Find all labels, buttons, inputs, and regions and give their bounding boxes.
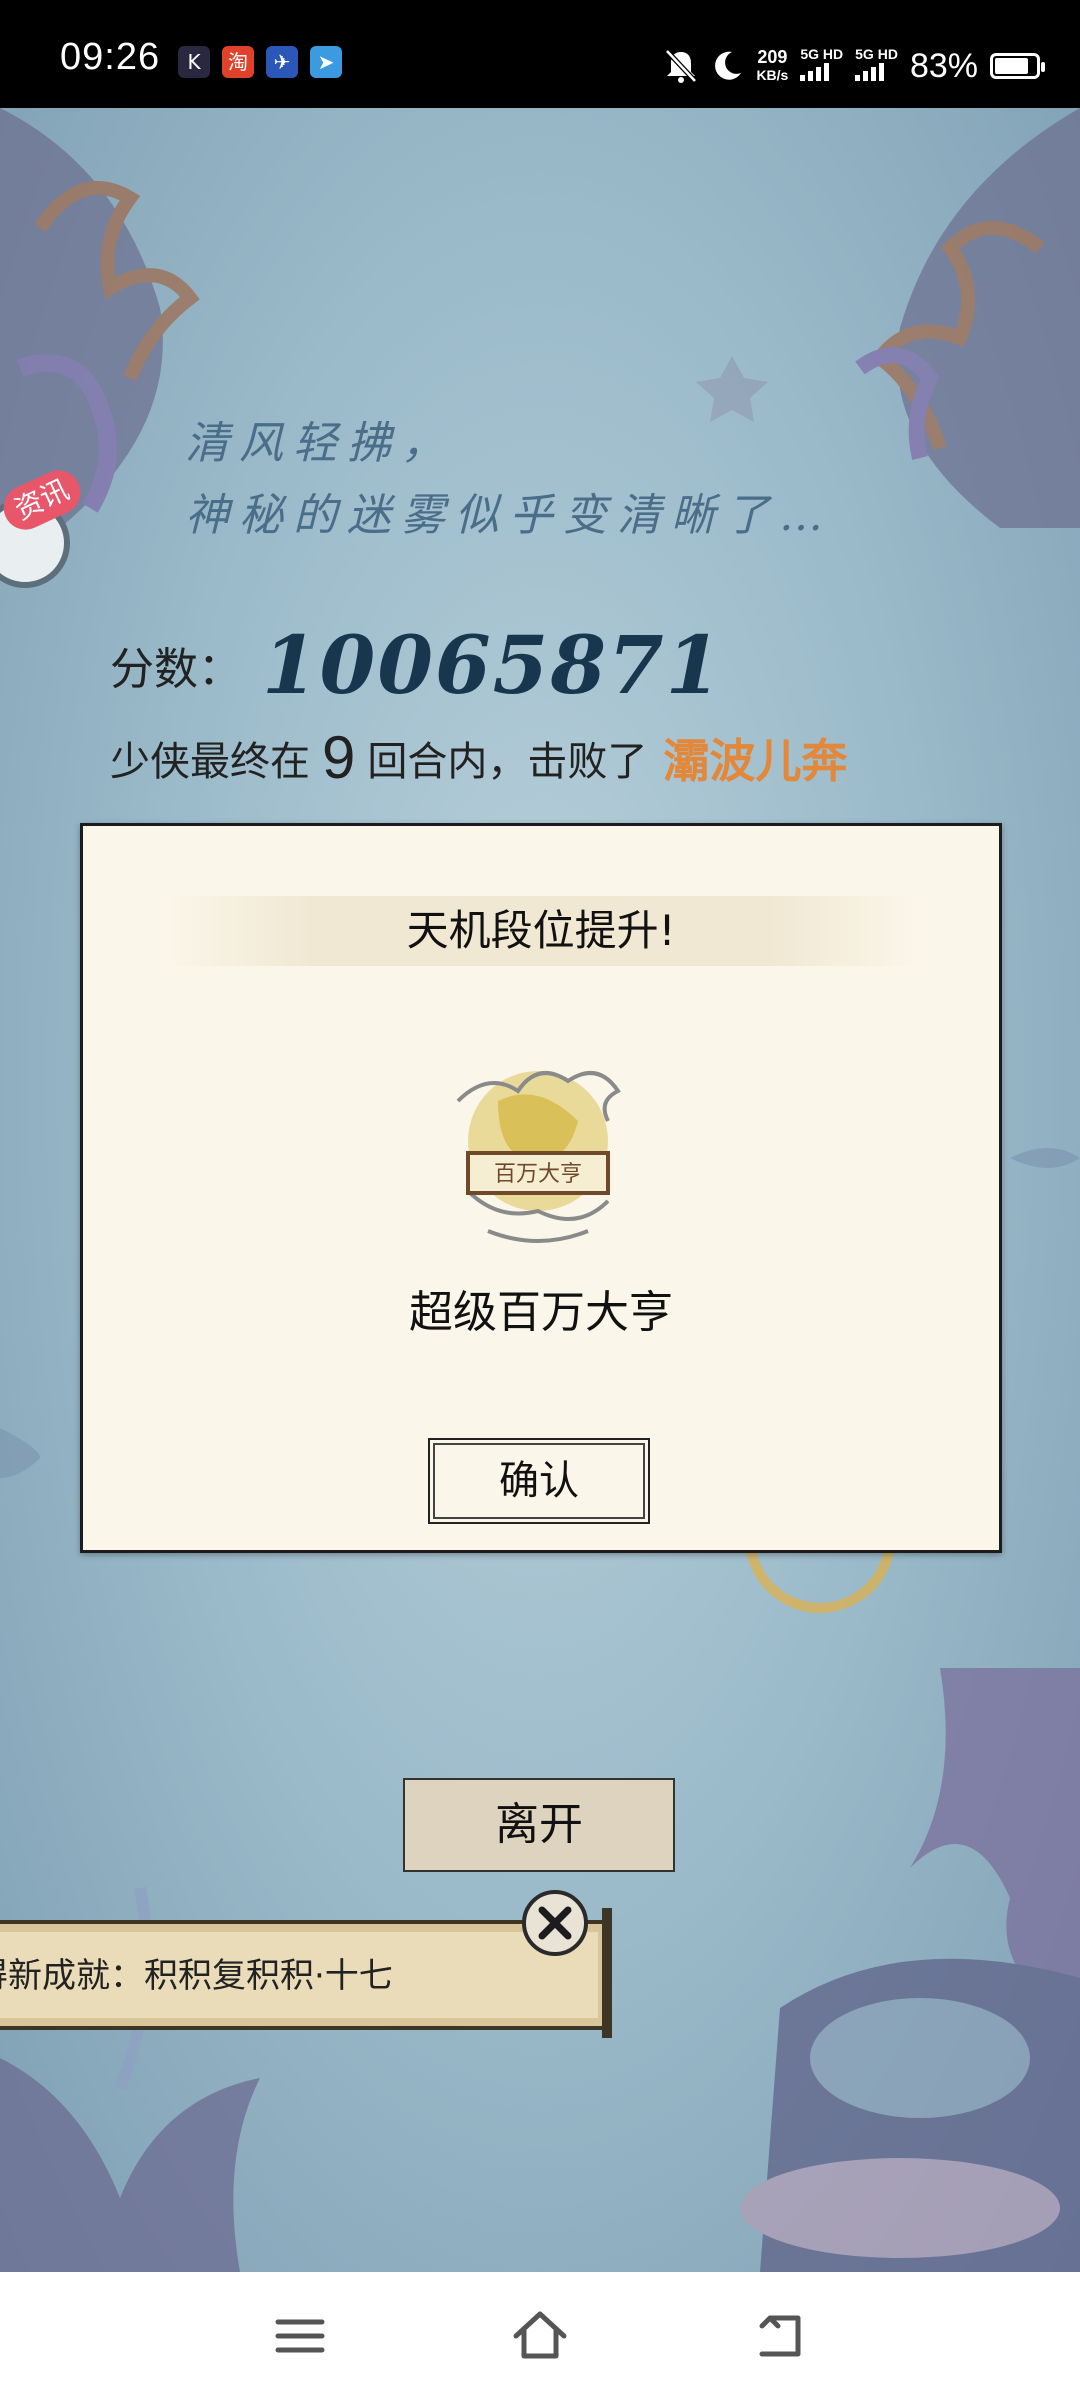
telegram-icon: ➤	[310, 46, 342, 78]
scroll-rod	[602, 1908, 612, 2038]
mute-bell-icon	[665, 49, 698, 83]
moon-icon	[715, 51, 742, 80]
score-value: 10065871	[262, 618, 724, 712]
net-speed: 209 KB/s	[756, 47, 789, 83]
menu-icon[interactable]	[270, 2306, 330, 2366]
confirm-button[interactable]: 确认	[428, 1438, 650, 1524]
leave-button[interactable]: 离开	[403, 1778, 675, 1872]
battery-icon	[990, 53, 1045, 79]
close-icon	[538, 1906, 572, 1940]
round-count: 9	[322, 724, 356, 791]
status-bar: 09:26 K 淘 ✈ ➤ 209 KB/s 5G HD 5G HD 83%	[0, 0, 1080, 108]
score-row: 分数： 10065871	[110, 618, 723, 712]
back-icon[interactable]	[750, 2306, 810, 2366]
achievement-toast: 获得新成就：积积复积积·十七	[0, 1920, 610, 2030]
sim2-signal: 5G HD	[855, 47, 898, 86]
svg-text:百万大亨: 百万大亨	[494, 1162, 582, 1187]
home-icon[interactable]	[510, 2306, 570, 2366]
sim1-signal: 5G HD	[800, 47, 843, 86]
result-prefix: 少侠最终在	[110, 738, 310, 785]
battery-percent: 83%	[909, 46, 978, 85]
result-middle: 回合内，击败了	[367, 738, 648, 785]
k-app-icon: K	[178, 46, 210, 78]
signal-bars-icon	[855, 61, 885, 81]
boss-name: 灞波儿奔	[663, 733, 848, 788]
rank-up-dialog: 天机段位提升! 百万大亨 超级百万大亨 确认	[80, 823, 1002, 1553]
score-label: 分数：	[110, 644, 242, 695]
signal-bars-icon	[800, 61, 830, 81]
battle-result: 少侠最终在 9 回合内，击败了 灞波儿奔	[110, 723, 847, 792]
close-achievement-button[interactable]	[522, 1890, 588, 1956]
game-screen: 清风轻拂， 神秘的迷雾似乎变清晰了… 资讯 分数： 10065871 少侠最终在…	[0, 108, 1080, 2272]
system-nav-bar	[0, 2272, 1080, 2400]
achievement-text: 获得新成就：积积复积积·十七	[0, 1956, 393, 1996]
taobao-icon: 淘	[222, 46, 254, 78]
dragon-rank-badge-icon: 百万大亨	[456, 1071, 621, 1243]
clock: 09:26	[60, 36, 161, 78]
dialog-title: 天机段位提升!	[163, 896, 919, 966]
rank-name: 超级百万大亨	[409, 1287, 673, 1338]
fish-app-icon: ✈	[266, 46, 298, 78]
poem-line-1: 清风轻拂，	[185, 418, 455, 469]
story-poem: 清风轻拂， 神秘的迷雾似乎变清晰了…	[185, 408, 833, 552]
poem-line-2: 神秘的迷雾似乎变清晰了…	[185, 490, 833, 541]
status-indicators: 209 KB/s 5G HD 5G HD 83%	[664, 36, 1045, 96]
news-button[interactable]: 资讯	[0, 463, 90, 588]
